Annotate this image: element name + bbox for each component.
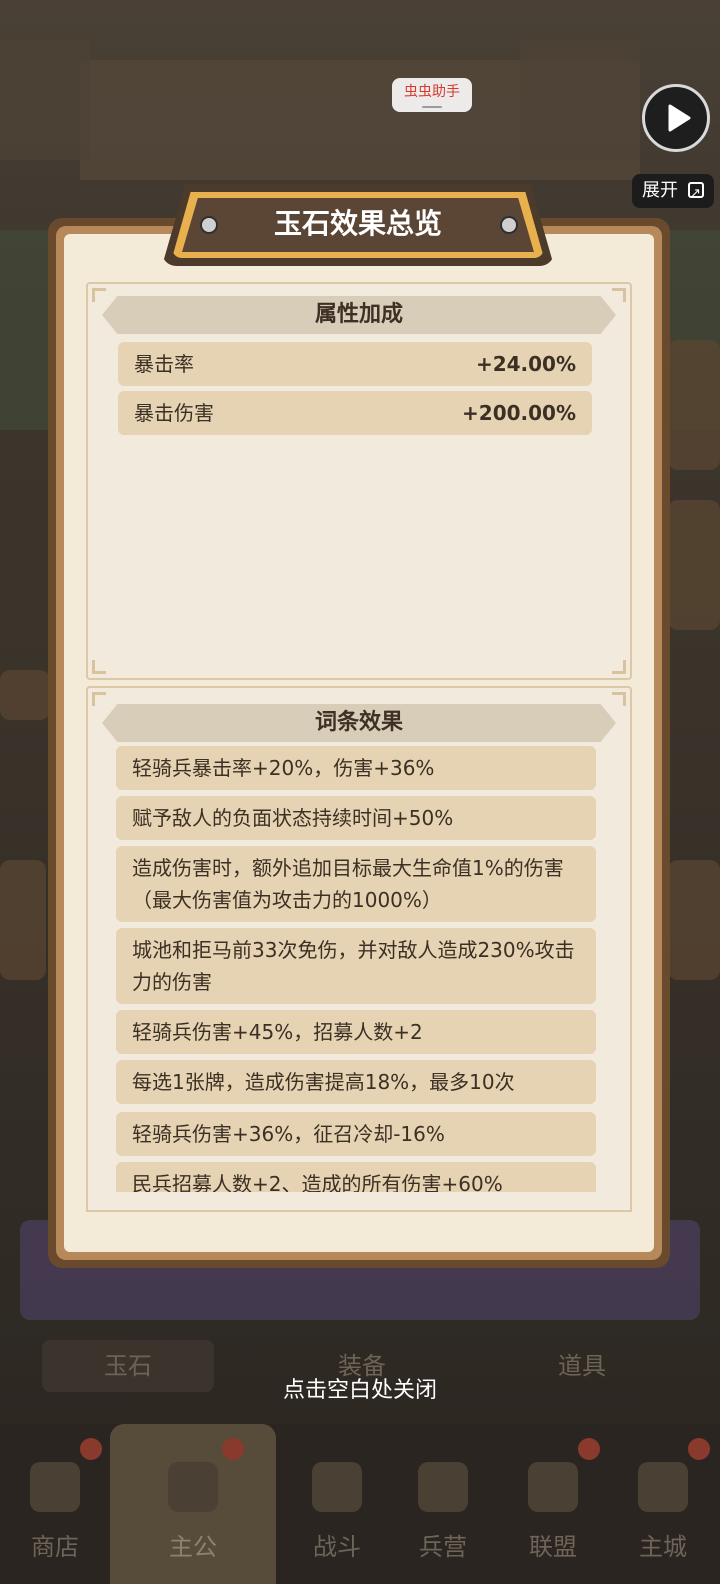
- bg-side-card: [668, 500, 720, 630]
- battle-icon: [312, 1462, 362, 1512]
- nav-main-city[interactable]: 主城: [608, 1424, 718, 1584]
- effect-item: 城池和拒马前33次免伤，并对敌人造成230%攻击力的伤害: [116, 928, 596, 1004]
- corner-ornament: [92, 288, 106, 302]
- nav-label: 主城: [639, 1533, 687, 1561]
- stat-value: +24.00%: [475, 352, 576, 376]
- effect-item: 每选1张牌，造成伤害提高18%，最多10次: [116, 1060, 596, 1104]
- expand-button[interactable]: 展开: [632, 174, 714, 211]
- nav-label: 联盟: [529, 1533, 577, 1561]
- corner-ornament: [92, 692, 106, 706]
- bg-side-card: [0, 860, 46, 980]
- bg-side-card: [0, 670, 50, 720]
- nav-label: 兵营: [419, 1533, 467, 1561]
- stat-row: 暴击伤害 +200.00%: [118, 391, 592, 435]
- effects-header: 词条效果: [102, 704, 616, 742]
- nav-label: 战斗: [313, 1533, 361, 1561]
- nav-battle[interactable]: 战斗: [282, 1424, 392, 1584]
- effect-item: 轻骑兵暴击率+20%，伤害+36%: [116, 746, 596, 790]
- alert-icon: [578, 1438, 600, 1460]
- corner-ornament: [612, 692, 626, 706]
- corner-ornament: [612, 660, 626, 674]
- bottom-nav: 商店 主公 战斗 兵营 联盟 主城: [0, 1424, 720, 1584]
- effects-section[interactable]: 词条效果 轻骑兵暴击率+20%，伤害+36% 赋予敌人的负面状态持续时间+50%…: [86, 686, 632, 1210]
- attribute-bonus-header: 属性加成: [102, 296, 616, 334]
- nav-lord[interactable]: 主公: [110, 1424, 276, 1584]
- main-city-icon: [638, 1462, 688, 1512]
- stat-name: 暴击率: [134, 352, 194, 376]
- rivet-icon: [500, 216, 518, 234]
- effect-item: 造成伤害时，额外追加目标最大生命值1%的伤害（最大伤害值为攻击力的1000%）: [116, 846, 596, 922]
- palace-tower-left: [0, 40, 90, 160]
- play-icon: [668, 104, 691, 132]
- close-hint[interactable]: 点击空白处关闭: [0, 1372, 720, 1404]
- alert-icon: [222, 1438, 244, 1460]
- effect-item: 赋予敌人的负面状态持续时间+50%: [116, 796, 596, 840]
- expand-icon: [688, 177, 704, 211]
- stat-name: 暴击伤害: [134, 401, 214, 425]
- alert-icon: [80, 1438, 102, 1460]
- play-button[interactable]: [642, 84, 710, 152]
- nav-label: 商店: [31, 1533, 79, 1561]
- rivet-icon: [200, 216, 218, 234]
- lord-icon: [168, 1462, 218, 1512]
- stat-value: +200.00%: [462, 401, 576, 425]
- corner-ornament: [92, 660, 106, 674]
- attribute-bonus-section: 属性加成 暴击率 +24.00% 暴击伤害 +200.00%: [86, 282, 632, 680]
- helper-badge[interactable]: 虫虫助手: [392, 78, 472, 112]
- alert-icon: [688, 1438, 710, 1460]
- effect-item: 轻骑兵伤害+45%，招募人数+2: [116, 1010, 596, 1054]
- effects-section-bottom-edge: [86, 1192, 632, 1212]
- barracks-icon: [418, 1462, 468, 1512]
- bg-side-card: [668, 860, 720, 980]
- nav-alliance[interactable]: 联盟: [498, 1424, 608, 1584]
- expand-label: 展开: [642, 180, 678, 201]
- palace-tower-right: [520, 40, 640, 160]
- stat-row: 暴击率 +24.00%: [118, 342, 592, 386]
- alliance-icon: [528, 1462, 578, 1512]
- nav-label: 主公: [169, 1533, 217, 1561]
- nav-shop[interactable]: 商店: [0, 1424, 110, 1584]
- bg-side-card: [668, 340, 720, 470]
- corner-ornament: [612, 288, 626, 302]
- nav-barracks[interactable]: 兵营: [388, 1424, 498, 1584]
- panel-title: 玉石效果总览: [182, 198, 534, 252]
- effect-item: 轻骑兵伤害+36%，征召冷却-16%: [116, 1112, 596, 1156]
- shop-icon: [30, 1462, 80, 1512]
